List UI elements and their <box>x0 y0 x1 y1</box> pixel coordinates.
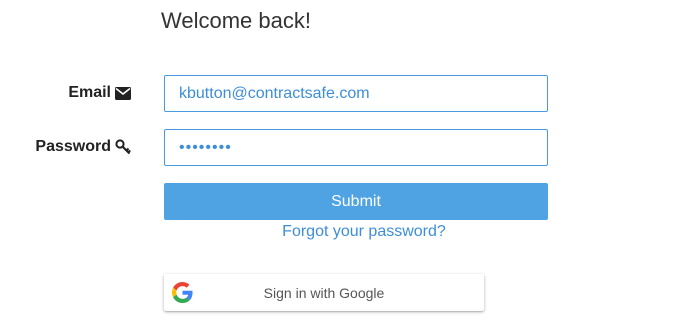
key-icon <box>115 139 131 155</box>
google-sign-in-button[interactable]: Sign in with Google <box>164 274 484 311</box>
envelope-icon <box>115 85 131 101</box>
password-label: Password <box>35 138 131 156</box>
password-input[interactable] <box>164 129 548 166</box>
google-icon <box>172 282 193 303</box>
page-title: Welcome back! <box>161 8 311 33</box>
google-sign-in-label: Sign in with Google <box>263 284 385 301</box>
email-input[interactable] <box>164 75 548 112</box>
submit-button[interactable]: Submit <box>164 183 548 220</box>
forgot-password-link[interactable]: Forgot your password? <box>164 223 564 241</box>
email-label: Email <box>68 84 131 102</box>
password-label-text: Password <box>35 138 111 155</box>
email-label-text: Email <box>68 84 111 101</box>
